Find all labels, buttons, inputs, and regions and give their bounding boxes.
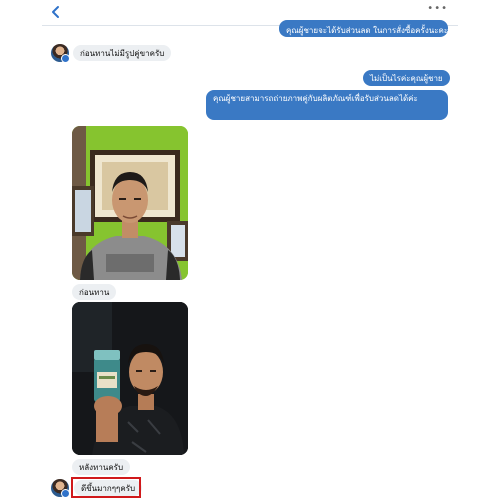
highlight-box [71,477,141,498]
message-text: คุณผู้ชายจะได้รับส่วนลด ในการสั่งซื้อครั… [286,26,448,35]
avatar[interactable] [51,479,70,498]
incoming-message: ก่อนทานไม่มีรูปคู่ขาครับ [73,45,172,61]
outgoing-message: ไม่เป็นไรค่ะคุณผู้ชาย [363,70,450,86]
photo-caption: หลังทานครับ [72,459,131,475]
outgoing-message: คุณผู้ชายจะได้รับส่วนลด ในการสั่งซื้อครั… [279,20,448,37]
messenger-badge-icon [61,489,70,498]
more-options-icon[interactable]: ••• [427,3,448,14]
messenger-badge-icon [61,54,70,63]
avatar[interactable] [51,44,70,63]
caption-text: หลังทานครับ [79,463,124,472]
selfie-with-product-image [72,302,188,455]
message-text: ไม่เป็นไรค่ะคุณผู้ชาย [370,74,443,83]
message-text: ก่อนทานไม่มีรูปคู่ขาครับ [80,49,165,58]
selfie-image [72,126,188,280]
message-text: คุณผู้ชายสามารถถ่ายภาพคู่กับผลิตภัณฑ์เพื… [213,94,418,103]
caption-text: ก่อนทาน [79,288,110,297]
photo-before[interactable] [72,126,188,280]
photo-after[interactable] [72,302,188,455]
chevron-left-icon[interactable] [50,5,62,19]
photo-caption: ก่อนทาน [72,284,117,300]
outgoing-message: คุณผู้ชายสามารถถ่ายภาพคู่กับผลิตภัณฑ์เพื… [206,90,448,120]
